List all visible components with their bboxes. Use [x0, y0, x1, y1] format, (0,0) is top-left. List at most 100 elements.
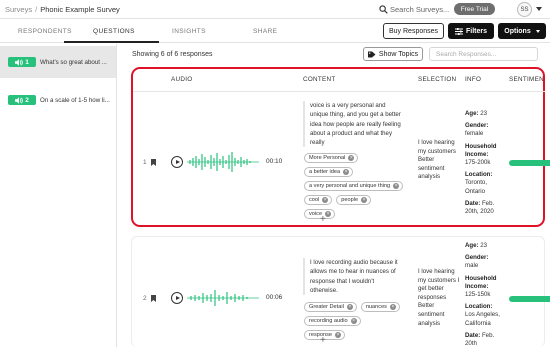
tab-share[interactable]: SHARE — [253, 28, 277, 35]
audio-duration: 00:10 — [266, 158, 283, 165]
tabs-row: RESPONDENTS QUESTIONS INSIGHTS SHARE Buy… — [0, 20, 550, 43]
bookmark-icon[interactable] — [151, 295, 156, 302]
remove-tag-icon[interactable]: × — [343, 169, 350, 175]
income-label: Household Income: — [465, 142, 497, 158]
tag-label: More Personal — [309, 155, 346, 161]
topic-tag[interactable]: people × — [336, 195, 372, 205]
show-topics-button[interactable]: Show Topics — [363, 47, 423, 61]
tag-label: recording audio — [309, 318, 348, 324]
caret-down-icon — [535, 29, 540, 33]
topic-tags: More Personal × a better idea × a very per… — [304, 153, 404, 219]
date-label: Date: — [465, 331, 481, 339]
audio-duration: 00:06 — [266, 294, 283, 301]
age-label: Age: — [465, 110, 479, 117]
remove-tag-icon[interactable]: × — [361, 197, 368, 203]
play-button[interactable] — [171, 156, 183, 168]
tag-label: Greater Detail — [309, 304, 344, 310]
sidebar-question-2[interactable]: 2 On a scale of 1-5 how li... — [0, 84, 116, 116]
date-label: Date: — [465, 199, 481, 207]
question-number: 1 — [25, 58, 29, 66]
income-value: 125-150k — [465, 291, 491, 299]
response-search-input[interactable]: Search Responses... — [429, 47, 538, 61]
sentiment-bar — [509, 296, 550, 302]
location-value: Toronto, Ontario — [465, 179, 488, 195]
response-transcript: I love recording audio because it allows… — [303, 258, 403, 296]
tag-label: nuances — [365, 304, 387, 310]
add-tag-button[interactable]: + — [320, 214, 326, 225]
gender-value: male — [465, 262, 479, 270]
topic-tag[interactable]: a very personal and unique thing × — [304, 181, 404, 191]
tag-icon — [367, 51, 376, 57]
location-label: Location: — [465, 171, 493, 179]
question-sidebar: 1 What's so great about ... 2 On a scale… — [0, 44, 117, 347]
audio-response-icon — [15, 58, 23, 66]
audio-waveform[interactable] — [187, 287, 259, 309]
remove-tag-icon[interactable]: × — [335, 332, 342, 338]
filters-label: Filters — [465, 27, 487, 35]
location-label: Location: — [465, 303, 493, 311]
play-button[interactable] — [171, 292, 183, 304]
location-value: Los Angeles, California — [465, 311, 500, 327]
survey-search-input[interactable]: Search Surveys... — [390, 5, 449, 14]
age-value: 23 — [480, 242, 488, 249]
topic-tag[interactable]: Greater Detail × — [304, 302, 357, 312]
sentiment-bar — [509, 160, 550, 166]
breadcrumb-current: Phonic Example Survey — [40, 5, 120, 14]
topic-tag[interactable]: recording audio × — [304, 316, 361, 326]
column-header-info: INFO — [465, 76, 482, 83]
response-transcript: voice is a very personal and unique thin… — [303, 101, 403, 148]
tag-label: a better idea — [309, 169, 341, 175]
active-tab-indicator — [64, 41, 159, 43]
question-number: 2 — [25, 96, 29, 104]
breadcrumb-surveys-link[interactable]: Surveys — [5, 5, 32, 14]
sidebar-question-1[interactable]: 1 What's so great about ... — [0, 46, 116, 78]
response-selection: I love hearing my customers Better senti… — [418, 139, 456, 181]
question-text: What's so great about ... — [40, 58, 107, 66]
topic-tag[interactable]: More Personal × — [304, 153, 359, 163]
age-value: 23 — [480, 110, 488, 117]
income-value: 175-200k — [465, 159, 491, 167]
remove-tag-icon[interactable]: × — [346, 304, 353, 310]
respondent-info: Age: 23 Gender: male Household Income: 125… — [465, 242, 505, 347]
remove-tag-icon[interactable]: × — [389, 304, 396, 310]
question-text: On a scale of 1-5 how li... — [40, 96, 110, 104]
bookmark-icon[interactable] — [151, 159, 156, 166]
column-header-sentiment: SENTIMEN — [509, 76, 543, 83]
audio-waveform[interactable] — [187, 151, 259, 173]
question-badge: 1 — [8, 57, 36, 67]
buy-responses-button[interactable]: Buy Responses — [383, 23, 444, 39]
remove-tag-icon[interactable]: × — [393, 183, 400, 189]
column-header-selection: SELECTION — [418, 76, 457, 83]
response-selection: I love hearing my customers I get better… — [418, 268, 460, 327]
remove-tag-icon[interactable]: × — [348, 155, 355, 161]
add-tag-button[interactable]: + — [320, 335, 326, 346]
options-button[interactable]: Options — [498, 23, 546, 39]
tag-label: a very personal and unique thing — [309, 183, 391, 189]
column-header-audio: AUDIO — [171, 76, 193, 83]
topic-tag[interactable]: cool × — [304, 195, 333, 205]
gender-value: female — [465, 130, 484, 138]
remove-tag-icon[interactable]: × — [322, 197, 329, 203]
filters-button[interactable]: Filters — [448, 23, 494, 39]
remove-tag-icon[interactable]: × — [350, 318, 357, 324]
column-header-content: CONTENT — [303, 76, 336, 83]
gender-label: Gender: — [465, 122, 489, 130]
top-bar: Surveys / Phonic Example Survey Search Sur… — [0, 0, 550, 19]
chevron-down-icon[interactable] — [536, 7, 542, 11]
options-label: Options — [504, 27, 531, 35]
tab-questions[interactable]: QUESTIONS — [93, 28, 135, 35]
header-divider — [133, 91, 545, 92]
free-trial-badge[interactable]: Free Trial — [454, 3, 495, 15]
survey-search[interactable]: Search Surveys... — [379, 4, 450, 15]
response-count: Showing 6 of 6 responses — [132, 51, 213, 58]
audio-response-icon — [15, 96, 23, 104]
tab-insights[interactable]: INSIGHTS — [172, 28, 206, 35]
tab-respondents[interactable]: RESPONDENTS — [18, 28, 72, 35]
respondent-info: Age: 23 Gender: female Household Income: 1… — [465, 110, 505, 220]
avatar[interactable]: SS — [517, 2, 532, 17]
topic-tag[interactable]: a better idea × — [304, 167, 354, 177]
income-label: Household Income: — [465, 274, 497, 290]
row-number: 1 — [143, 159, 147, 166]
topic-tag[interactable]: nuances × — [360, 302, 400, 312]
breadcrumb: Surveys / Phonic Example Survey — [5, 5, 120, 14]
